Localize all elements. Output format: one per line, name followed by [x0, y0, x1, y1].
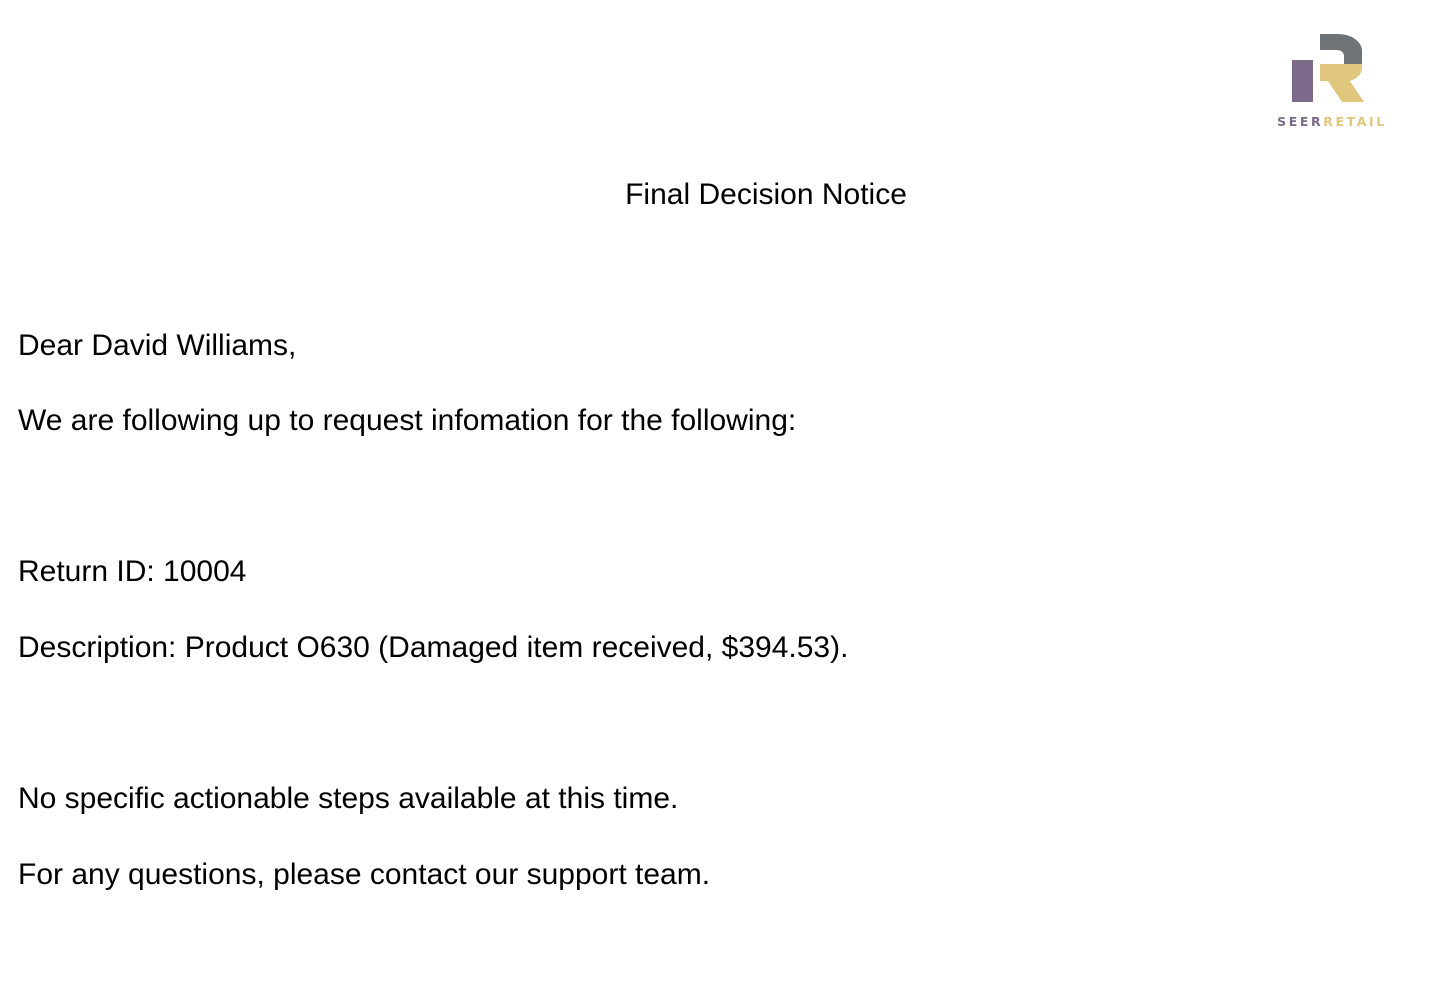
seer-retail-r-mark-icon — [1292, 34, 1364, 102]
wordmark-seer: SEER — [1277, 114, 1324, 129]
seer-retail-wordmark: SEERRETAIL — [1270, 114, 1394, 129]
seer-retail-logo: SEERRETAIL — [1270, 34, 1394, 132]
wordmark-retail: RETAIL — [1323, 114, 1387, 129]
return-id-line: Return ID: 10004 — [18, 555, 247, 588]
actionable-steps-line: No specific actionable steps available a… — [18, 782, 679, 815]
greeting-line: Dear David Williams, — [18, 329, 297, 362]
document-title: Final Decision Notice — [625, 178, 907, 211]
intro-line: We are following up to request infomatio… — [18, 404, 797, 437]
contact-line: For any questions, please contact our su… — [18, 858, 711, 891]
description-line: Description: Product O630 (Damaged item … — [18, 631, 849, 664]
